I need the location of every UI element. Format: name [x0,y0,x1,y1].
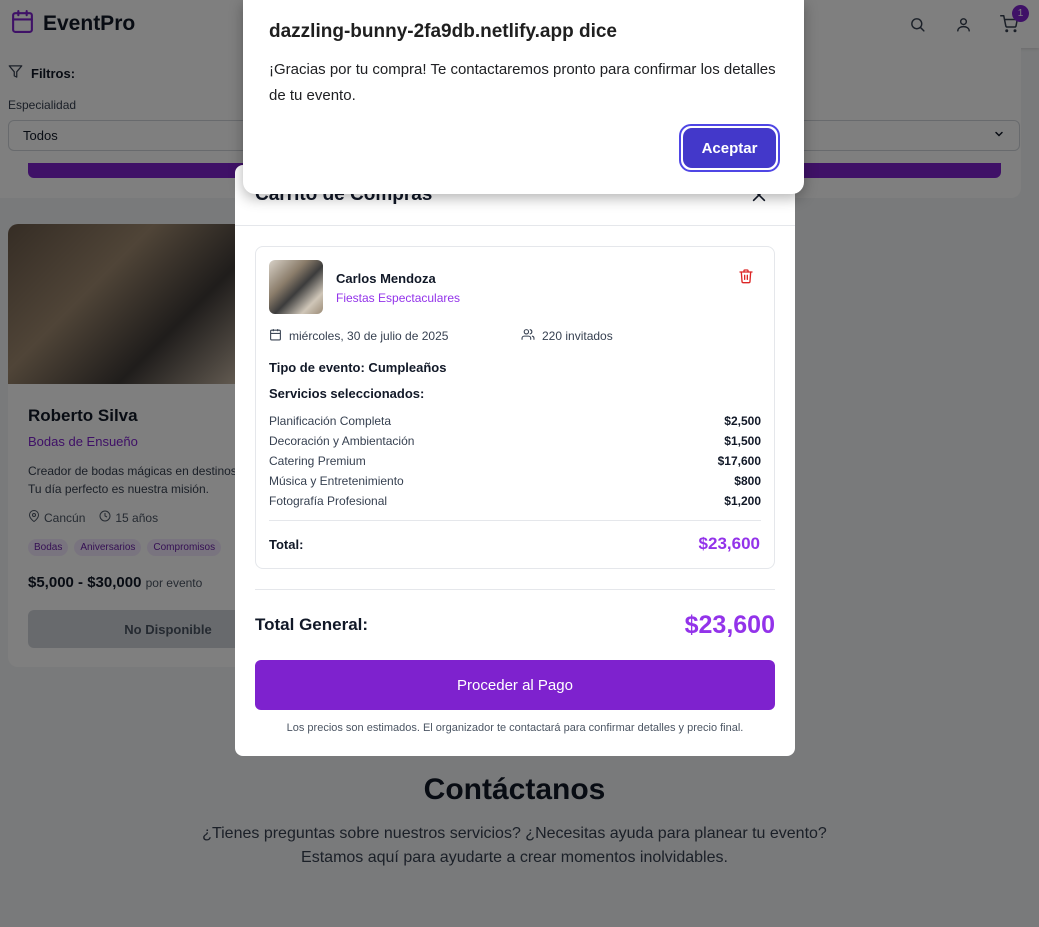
service-row: Catering Premium $17,600 [269,451,761,471]
calendar-icon [269,328,282,344]
cart-item-company: Fiestas Espectaculares [336,291,461,305]
browser-alert-dialog: dazzling-bunny-2fa9db.netlify.app dice ¡… [243,0,804,194]
guest-count: 220 invitados [542,329,613,343]
cart-modal: Carrito de Compras Carlos Mendoza Fiesta… [235,165,795,756]
services-list: Planificación Completa $2,500 Decoración … [269,411,761,511]
grand-total-label: Total General: [255,615,369,634]
item-total-value: $23,600 [698,534,760,553]
item-total-label: Total: [269,537,304,552]
alert-message: ¡Gracias por tu compra! Te contactaremos… [269,61,776,104]
cart-item-guests: 220 invitados [521,328,613,344]
service-name: Planificación Completa [269,414,392,428]
event-type: Tipo de evento: Cumpleaños [269,360,447,375]
service-row: Planificación Completa $2,500 [269,411,761,431]
divider [255,589,775,590]
service-price: $17,600 [717,454,761,468]
accept-button-label: Aceptar [683,128,776,168]
cart-item-date: miércoles, 30 de julio de 2025 [269,328,448,344]
service-name: Música y Entretenimiento [269,474,404,488]
service-name: Fotografía Profesional [269,494,388,508]
service-price: $1,500 [724,434,761,448]
service-price: $1,200 [724,494,761,508]
service-row: Decoración y Ambientación $1,500 [269,431,761,451]
accept-button[interactable]: Aceptar [679,124,780,172]
users-icon [521,328,535,344]
service-row: Fotografía Profesional $1,200 [269,491,761,511]
service-row: Música y Entretenimiento $800 [269,471,761,491]
event-date: miércoles, 30 de julio de 2025 [289,329,449,343]
service-name: Catering Premium [269,454,366,468]
divider [269,520,761,521]
service-price: $800 [734,474,761,488]
proceed-to-payment-button[interactable]: Proceder al Pago [255,660,775,710]
cart-item-name: Carlos Mendoza [336,271,436,286]
services-label: Servicios seleccionados: [269,386,425,401]
service-price: $2,500 [724,414,761,428]
price-disclaimer: Los precios son estimados. El organizado… [286,722,744,734]
alert-title: dazzling-bunny-2fa9db.netlify.app dice [269,21,618,42]
trash-icon[interactable] [738,267,754,285]
cart-item: Carlos Mendoza Fiestas Espectaculares mi… [255,246,775,569]
grand-total-value: $23,600 [684,611,775,639]
service-name: Decoración y Ambientación [269,434,415,448]
cart-item-photo [269,260,323,314]
